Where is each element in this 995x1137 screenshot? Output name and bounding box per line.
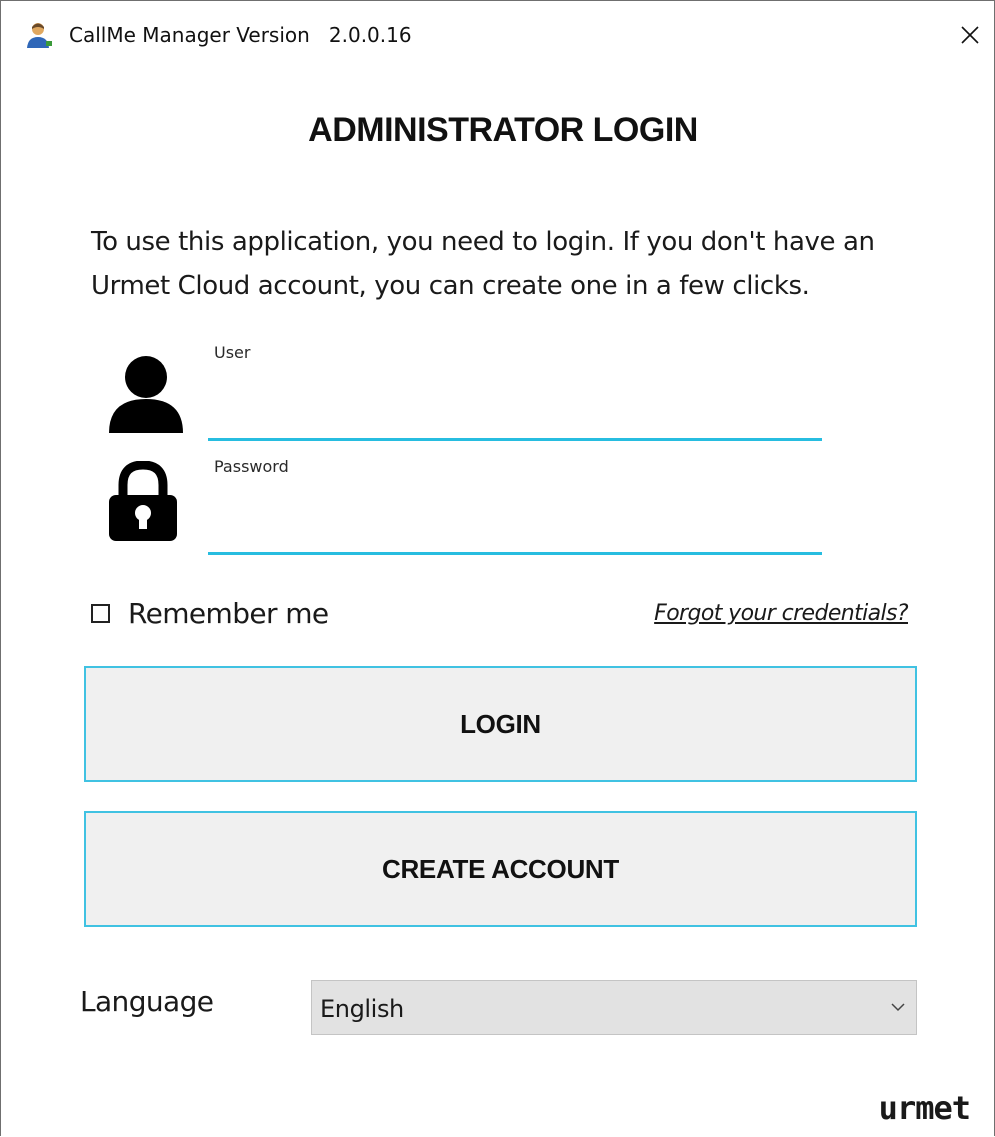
user-label: User: [214, 343, 251, 362]
remember-me-label: Remember me: [128, 597, 329, 630]
password-field: Password: [208, 455, 822, 555]
intro-text: To use this application, you need to log…: [91, 227, 875, 301]
checkbox-box[interactable]: [91, 604, 110, 623]
user-input[interactable]: [208, 391, 822, 441]
language-select[interactable]: English: [311, 980, 917, 1035]
page-title: ADMINISTRATOR LOGIN: [308, 111, 698, 149]
login-button[interactable]: LOGIN: [84, 666, 917, 782]
lock-icon: [109, 461, 177, 541]
password-input[interactable]: [208, 505, 822, 555]
language-selected-value: English: [320, 995, 404, 1023]
user-field: User: [208, 341, 822, 441]
login-window: CallMe Manager Version 2.0.0.16 ADMINIST…: [0, 0, 995, 1136]
close-button[interactable]: [950, 15, 990, 55]
person-icon: [27, 23, 52, 48]
chevron-down-icon: [891, 1003, 905, 1012]
remember-me-checkbox[interactable]: Remember me: [91, 597, 329, 630]
language-label: Language: [80, 985, 214, 1018]
password-label: Password: [214, 457, 289, 476]
forgot-credentials-link[interactable]: Forgot your credentials?: [654, 601, 908, 626]
create-account-button[interactable]: CREATE ACCOUNT: [84, 811, 917, 927]
title-bar: CallMe Manager Version 2.0.0.16: [1, 1, 994, 67]
urmet-logo: urmet: [878, 1089, 971, 1127]
user-icon: [109, 356, 183, 433]
close-icon: [961, 26, 979, 44]
window-title: CallMe Manager Version 2.0.0.16: [69, 23, 412, 47]
